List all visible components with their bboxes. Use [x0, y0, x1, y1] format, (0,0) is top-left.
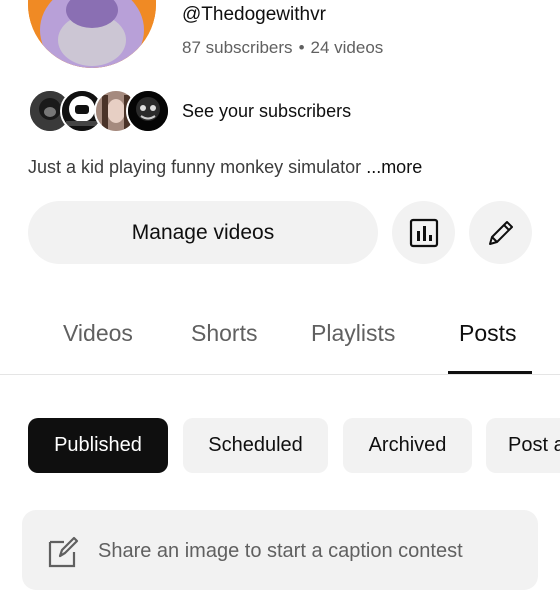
- subscriber-avatars[interactable]: [28, 89, 170, 133]
- more-link[interactable]: ...more: [366, 157, 422, 177]
- channel-description[interactable]: Just a kid playing funny monkey simulato…: [28, 157, 422, 178]
- subscriber-avatar: [126, 89, 170, 133]
- manage-videos-button[interactable]: Manage videos: [28, 201, 378, 264]
- chip-label: Published: [54, 434, 142, 456]
- tab-videos[interactable]: Videos: [63, 320, 133, 347]
- tabs-divider: [0, 374, 560, 375]
- separator-dot: •: [298, 38, 305, 57]
- see-subscribers-link[interactable]: See your subscribers: [182, 101, 351, 122]
- analytics-icon: [409, 218, 438, 247]
- chip-post-a[interactable]: Post a: [486, 418, 560, 473]
- description-text: Just a kid playing funny monkey simulato…: [28, 157, 362, 177]
- pencil-icon: [488, 220, 513, 245]
- chip-archived[interactable]: Archived: [343, 418, 472, 473]
- chip-label: Scheduled: [208, 434, 303, 456]
- chip-scheduled[interactable]: Scheduled: [183, 418, 328, 473]
- edit-image-icon: [46, 534, 80, 573]
- chip-published[interactable]: Published: [28, 418, 168, 473]
- analytics-button[interactable]: [392, 201, 455, 264]
- video-count: 24 videos: [310, 38, 384, 57]
- tab-shorts[interactable]: Shorts: [191, 320, 257, 347]
- chip-label: Post a: [508, 434, 560, 456]
- tab-playlists[interactable]: Playlists: [311, 320, 395, 347]
- chip-label: Archived: [368, 434, 447, 456]
- gorilla-avatar-image: [28, 0, 156, 68]
- channel-stats: 87 subscribers • 24 videos: [182, 38, 383, 58]
- manage-videos-label: Manage videos: [131, 220, 275, 244]
- channel-avatar[interactable]: [28, 0, 156, 68]
- edit-channel-button[interactable]: [469, 201, 532, 264]
- tab-posts[interactable]: Posts: [459, 320, 517, 347]
- subscriber-count: 87 subscribers: [182, 38, 293, 57]
- channel-handle: @Thedogewithvr: [182, 4, 326, 25]
